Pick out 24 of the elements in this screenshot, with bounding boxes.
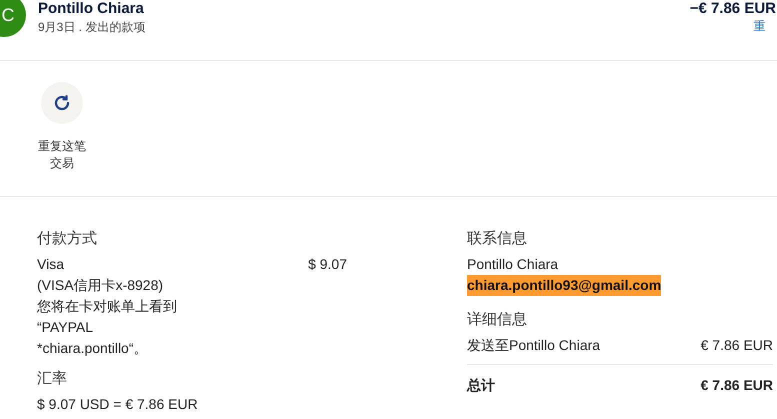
payment-text: (VISA信用卡x-8928) bbox=[37, 276, 164, 295]
payment-text: “PAYPAL bbox=[37, 318, 94, 337]
payment-amount: $ 9.07 bbox=[308, 255, 347, 274]
transaction-amount: −€ 7.86 EUR bbox=[690, 0, 776, 18]
detail-label: 发送至Pontillo Chiara bbox=[467, 336, 600, 355]
contact-email: chiara.pontillo93@gmail.com bbox=[467, 275, 662, 296]
payment-text: 您将在卡对账单上看到 bbox=[37, 297, 177, 316]
transaction-date: 9月3日 . 发出的款项 bbox=[38, 19, 146, 36]
payee-name: Pontillo Chiara bbox=[38, 0, 145, 18]
payment-text: Visa bbox=[37, 255, 65, 274]
section-heading: 详细信息 bbox=[467, 310, 528, 329]
total-label: 总计 bbox=[467, 376, 495, 395]
repeat-link[interactable]: 重 bbox=[754, 18, 766, 35]
section-heading: 汇率 bbox=[37, 369, 68, 388]
section-heading: 联系信息 bbox=[467, 229, 528, 248]
detail-value: € 7.86 EUR bbox=[700, 336, 773, 355]
contact-name: Pontillo Chiara bbox=[467, 255, 560, 274]
payment-text: *chiara.pontillo“。 bbox=[37, 339, 148, 358]
total-value: € 7.86 EUR bbox=[700, 376, 773, 395]
section-heading: 付款方式 bbox=[37, 229, 98, 248]
repeat-transaction-label[interactable]: 重复这笔交易 bbox=[38, 138, 86, 172]
avatar: C bbox=[0, 0, 26, 37]
exchange-rate: $ 9.07 USD = € 7.86 EUR bbox=[37, 395, 199, 414]
refresh-icon[interactable] bbox=[41, 82, 83, 124]
